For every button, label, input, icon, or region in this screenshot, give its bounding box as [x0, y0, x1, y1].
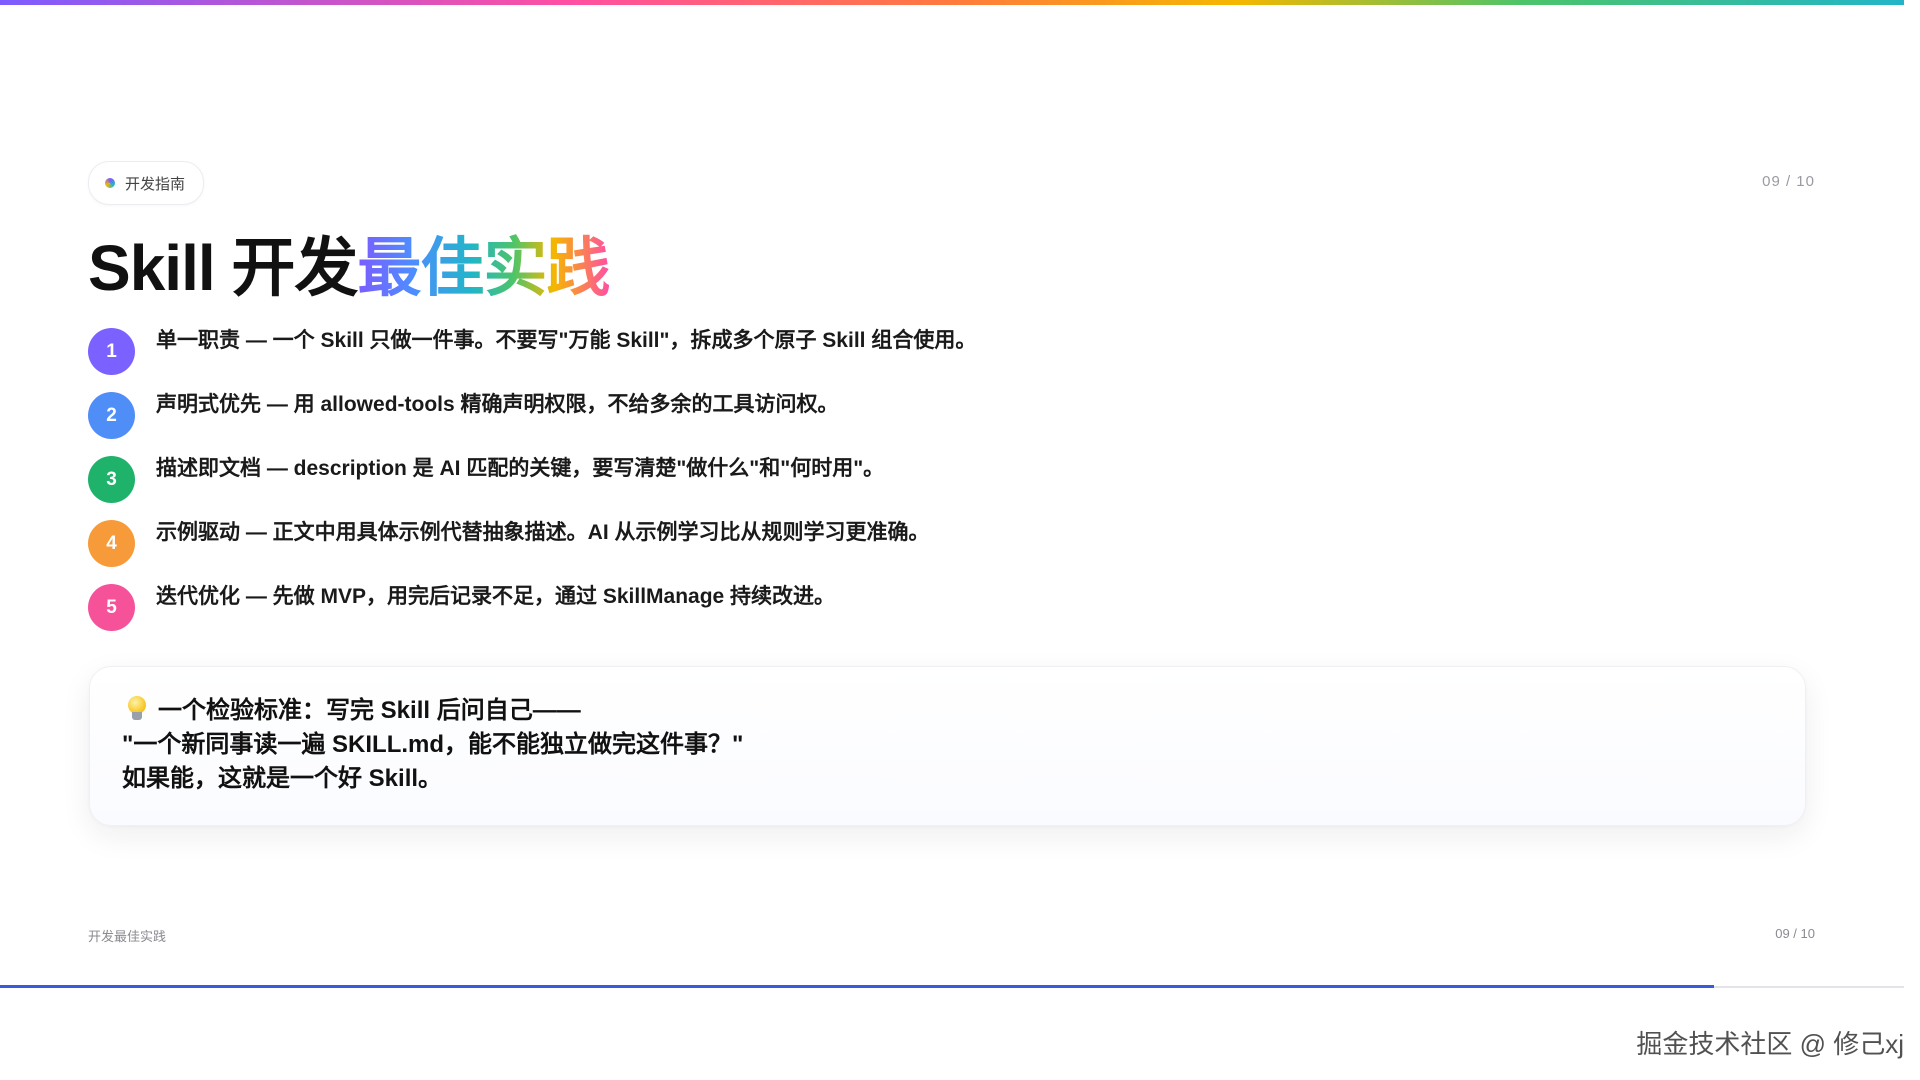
number-badge: 3 [88, 456, 135, 503]
tip-line-2: "一个新同事读一遍 SKILL.md，能不能独立做完这件事？" [122, 731, 744, 758]
practice-item: 3 描述即文档 — description 是 AI 匹配的关键，要写清楚"做什… [88, 456, 976, 520]
top-gradient-bar [0, 0, 1904, 5]
footer-page-number: 09 / 10 [1775, 926, 1815, 941]
number-badge: 2 [88, 392, 135, 439]
practice-text: 单一职责 — 一个 Skill 只做一件事。不要写"万能 Skill"，拆成多个… [156, 329, 977, 352]
practice-text: 示例驱动 — 正文中用具体示例代替抽象描述。AI 从示例学习比从规则学习更准确。 [156, 521, 930, 544]
title-plain: Skill 开发 [88, 232, 358, 304]
practice-item: 1 单一职责 — 一个 Skill 只做一件事。不要写"万能 Skill"，拆成… [88, 328, 976, 392]
practice-item: 4 示例驱动 — 正文中用具体示例代替抽象描述。AI 从示例学习比从规则学习更准… [88, 520, 976, 584]
practice-item: 2 声明式优先 — 用 allowed-tools 精确声明权限，不给多余的工具… [88, 392, 976, 456]
page-title: Skill 开发最佳实践 [88, 228, 610, 308]
footer-section-title: 开发最佳实践 [88, 929, 167, 944]
number-badge: 1 [88, 328, 135, 375]
tip-line-3: 如果能，这就是一个好 Skill。 [122, 765, 443, 792]
tag-label: 开发指南 [125, 175, 186, 193]
number-badge: 4 [88, 520, 135, 567]
tip-line-1: 一个检验标准：写完 Skill 后问自己—— [122, 694, 1773, 728]
practice-text: 描述即文档 — description 是 AI 匹配的关键，要写清楚"做什么"… [156, 457, 885, 480]
tip-text-1: 一个检验标准：写完 Skill 后问自己—— [158, 697, 581, 724]
practice-text: 声明式优先 — 用 allowed-tools 精确声明权限，不给多余的工具访问… [156, 393, 839, 416]
practice-list: 1 单一职责 — 一个 Skill 只做一件事。不要写"万能 Skill"，拆成… [88, 328, 976, 648]
title-highlight: 最佳实践 [357, 232, 610, 304]
category-tag: 开发指南 [88, 161, 205, 205]
slide-progress-bar [0, 985, 1904, 988]
tag-dot-icon [105, 178, 115, 188]
tip-card: 一个检验标准：写完 Skill 后问自己—— "一个新同事读一遍 SKILL.m… [89, 666, 1806, 826]
slide-progress-fill [0, 985, 1714, 988]
practice-text: 迭代优化 — 先做 MVP，用完后记录不足，通过 SkillManage 持续改… [156, 585, 836, 608]
practice-item: 5 迭代优化 — 先做 MVP，用完后记录不足，通过 SkillManage 持… [88, 584, 976, 648]
lightbulb-icon [126, 696, 148, 722]
number-badge: 5 [88, 584, 135, 631]
watermark: 掘金技术社区 @ 修己xj [1636, 1029, 1904, 1059]
page-indicator: 09 / 10 [1762, 173, 1815, 190]
slide: 开发指南 09 / 10 Skill 开发最佳实践 1 单一职责 — 一个 Sk… [0, 0, 1920, 1080]
